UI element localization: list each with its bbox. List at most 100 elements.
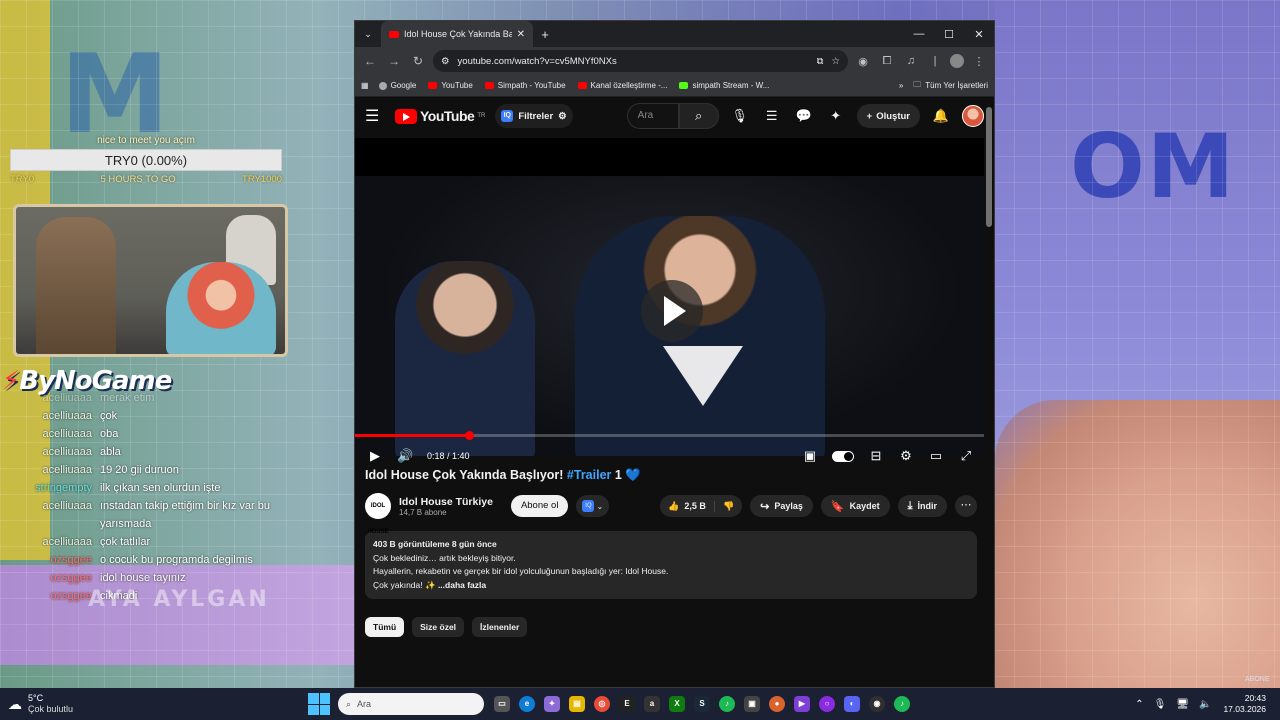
chat-username: stringempty [35,482,92,494]
create-button[interactable]: + Oluştur [856,104,920,128]
volume-tray-icon[interactable]: 🔈 [1199,699,1211,710]
maximize-button[interactable]: ☐ [934,28,964,41]
settings-gear-icon[interactable]: ⚙ [898,448,914,464]
tab-search-icon[interactable]: ⌄ [355,29,381,40]
close-tab-icon[interactable]: ✕ [517,29,525,40]
browser-tab[interactable]: Idol House Çok Yakında Başlıyor ✕ [381,21,533,47]
progress-bar[interactable] [355,431,986,440]
extensions-puzzle-icon[interactable]: ⧠ [878,55,896,68]
discord-icon[interactable]: ◐ [844,696,860,712]
edge-icon[interactable]: e [519,696,535,712]
windows-taskbar: ☁ 5°C Çok bulutlu ⌕ Ara ▭ e ✦ ▤ ◎ E a X S… [0,688,1280,720]
show-more-link[interactable]: ...daha fazla [438,580,486,590]
tab-title: Idol House Çok Yakında Başlıyor [404,29,512,39]
task-view-icon[interactable]: ▭ [494,696,510,712]
volume-icon[interactable]: 🔊 [397,448,413,464]
account-avatar[interactable] [962,105,984,127]
filters-button[interactable]: IQ Filtreler ⚙ [495,104,573,128]
subscribe-button[interactable]: Abone ol [510,495,569,517]
more-actions-icon[interactable]: ⋯ [955,495,977,517]
channel-name[interactable]: Idol House Türkiye [399,496,493,508]
video-player[interactable] [355,138,986,456]
spotify-icon-2[interactable]: ♪ [894,696,910,712]
search-input[interactable]: Ara [626,103,679,129]
bookmark-kick[interactable]: simpath Stream - W... [679,81,769,90]
large-play-button[interactable] [641,280,703,342]
chrome-icon[interactable]: ◎ [594,696,610,712]
google-icon [378,81,387,90]
reload-icon[interactable]: ↻ [409,54,427,68]
theater-mode-icon[interactable]: ▭ [928,448,944,464]
notifications-bell-icon[interactable]: 🔔 [930,108,952,124]
dislike-button[interactable]: 👎 [715,501,742,512]
chat-username: acelliuaaa [42,464,92,476]
chip-0[interactable]: Tümü [365,617,405,637]
xbox-icon[interactable]: X [669,696,685,712]
bookmark-star-icon[interactable]: ☆ [831,56,840,67]
search-icon[interactable]: ⌕ [678,103,719,129]
page-scrollbar[interactable] [984,97,994,687]
chip-1[interactable]: Size özel [412,617,465,637]
app-purple-icon[interactable]: ○ [819,696,835,712]
site-info-icon[interactable]: ⚙ [441,56,450,67]
windows-start-icon[interactable] [308,693,330,715]
epic-games-icon[interactable]: E [619,696,635,712]
taskbar-search[interactable]: ⌕ Ara [338,693,484,715]
install-app-icon[interactable]: ⧉ [817,56,824,67]
forward-icon[interactable]: → [385,54,403,68]
autoplay-toggle[interactable] [832,450,854,462]
media-controls-icon[interactable]: ♫ [902,55,920,67]
weather-widget[interactable]: ☁ 5°C Çok bulutlu [8,693,308,715]
fullscreen-icon[interactable]: ⤢ [958,448,974,464]
amazon-games-icon[interactable]: a [644,696,660,712]
bookmark-youtube[interactable]: YouTube [428,81,473,90]
chip-2[interactable]: İzlenenler [472,617,528,637]
search-icon: ⌕ [346,698,352,709]
tray-expand-icon[interactable]: ⌃ [1135,699,1143,710]
new-tab-button[interactable]: + [533,27,557,42]
close-window-button[interactable]: ✕ [964,28,994,41]
video-person-center [575,216,825,456]
obs-icon[interactable]: ◉ [869,696,885,712]
chat-icon[interactable]: 💬 [793,108,815,124]
share-button[interactable]: ↪ Paylaş [750,495,813,517]
minimize-button[interactable]: — [904,28,934,40]
hamburger-menu-icon[interactable]: ☰ [365,106,385,126]
address-bar[interactable]: ⚙ youtube.com/watch?v=cv5MNYf0NXs ⧉ ☆ [433,50,848,72]
iq-dropdown[interactable]: IQ ⌄ [576,495,610,517]
save-button[interactable]: 🔖 Kaydet [820,495,890,517]
steam-icon[interactable]: S [694,696,710,712]
back-icon[interactable]: ← [361,54,379,68]
profile-avatar[interactable] [950,54,964,68]
apps-grid-icon[interactable]: ▦ [361,81,369,90]
microphone-icon[interactable]: 🎙 [729,108,751,124]
iq-player-icon[interactable]: ▣ [802,448,818,464]
copilot-icon[interactable]: ✦ [544,696,560,712]
clipchamp-icon[interactable]: ▶ [794,696,810,712]
like-button[interactable]: 👍 2,5 B [660,500,715,512]
youtube-logo[interactable]: YouTube TR [395,108,485,124]
microphone-tray-icon[interactable]: 🎙 [1154,699,1167,710]
bookmark-google[interactable]: Google [378,81,416,90]
title-hashtag[interactable]: #Trailer [567,468,611,482]
gemini-icon[interactable]: ✦ [825,108,847,124]
description-box[interactable]: 403 B görüntüleme 8 gün önce Çok bekledi… [365,531,977,599]
file-explorer-icon[interactable]: ▤ [569,696,585,712]
bookmark-youtube[interactable]: Simpath - YouTube [484,81,566,90]
channel-avatar[interactable]: IDOL HOUSE [365,493,391,535]
iq-list-icon[interactable]: ☰ [761,108,783,124]
app-icon[interactable]: ▣ [744,696,760,712]
more-bookmarks-icon[interactable]: » [899,81,903,90]
all-bookmarks[interactable]: 🗀 Tüm Yer İşaretleri [913,79,988,93]
extension-icon[interactable]: ◉ [854,55,872,68]
network-icon[interactable]: 🖥 [1176,699,1189,710]
browser-menu-icon[interactable]: ⋮ [970,55,988,68]
scrollbar-thumb[interactable] [986,107,992,227]
play-icon[interactable]: ▶ [367,448,383,464]
download-button[interactable]: ⤓ İndir [897,495,947,517]
spotify-icon[interactable]: ♪ [719,696,735,712]
app-orange-icon[interactable]: ● [769,696,785,712]
subtitles-icon[interactable]: ⊟ [868,448,884,464]
bookmark-youtube[interactable]: Kanal özelleştirme -... [577,81,667,90]
clock[interactable]: 20:43 17.03.2026 [1223,693,1266,715]
